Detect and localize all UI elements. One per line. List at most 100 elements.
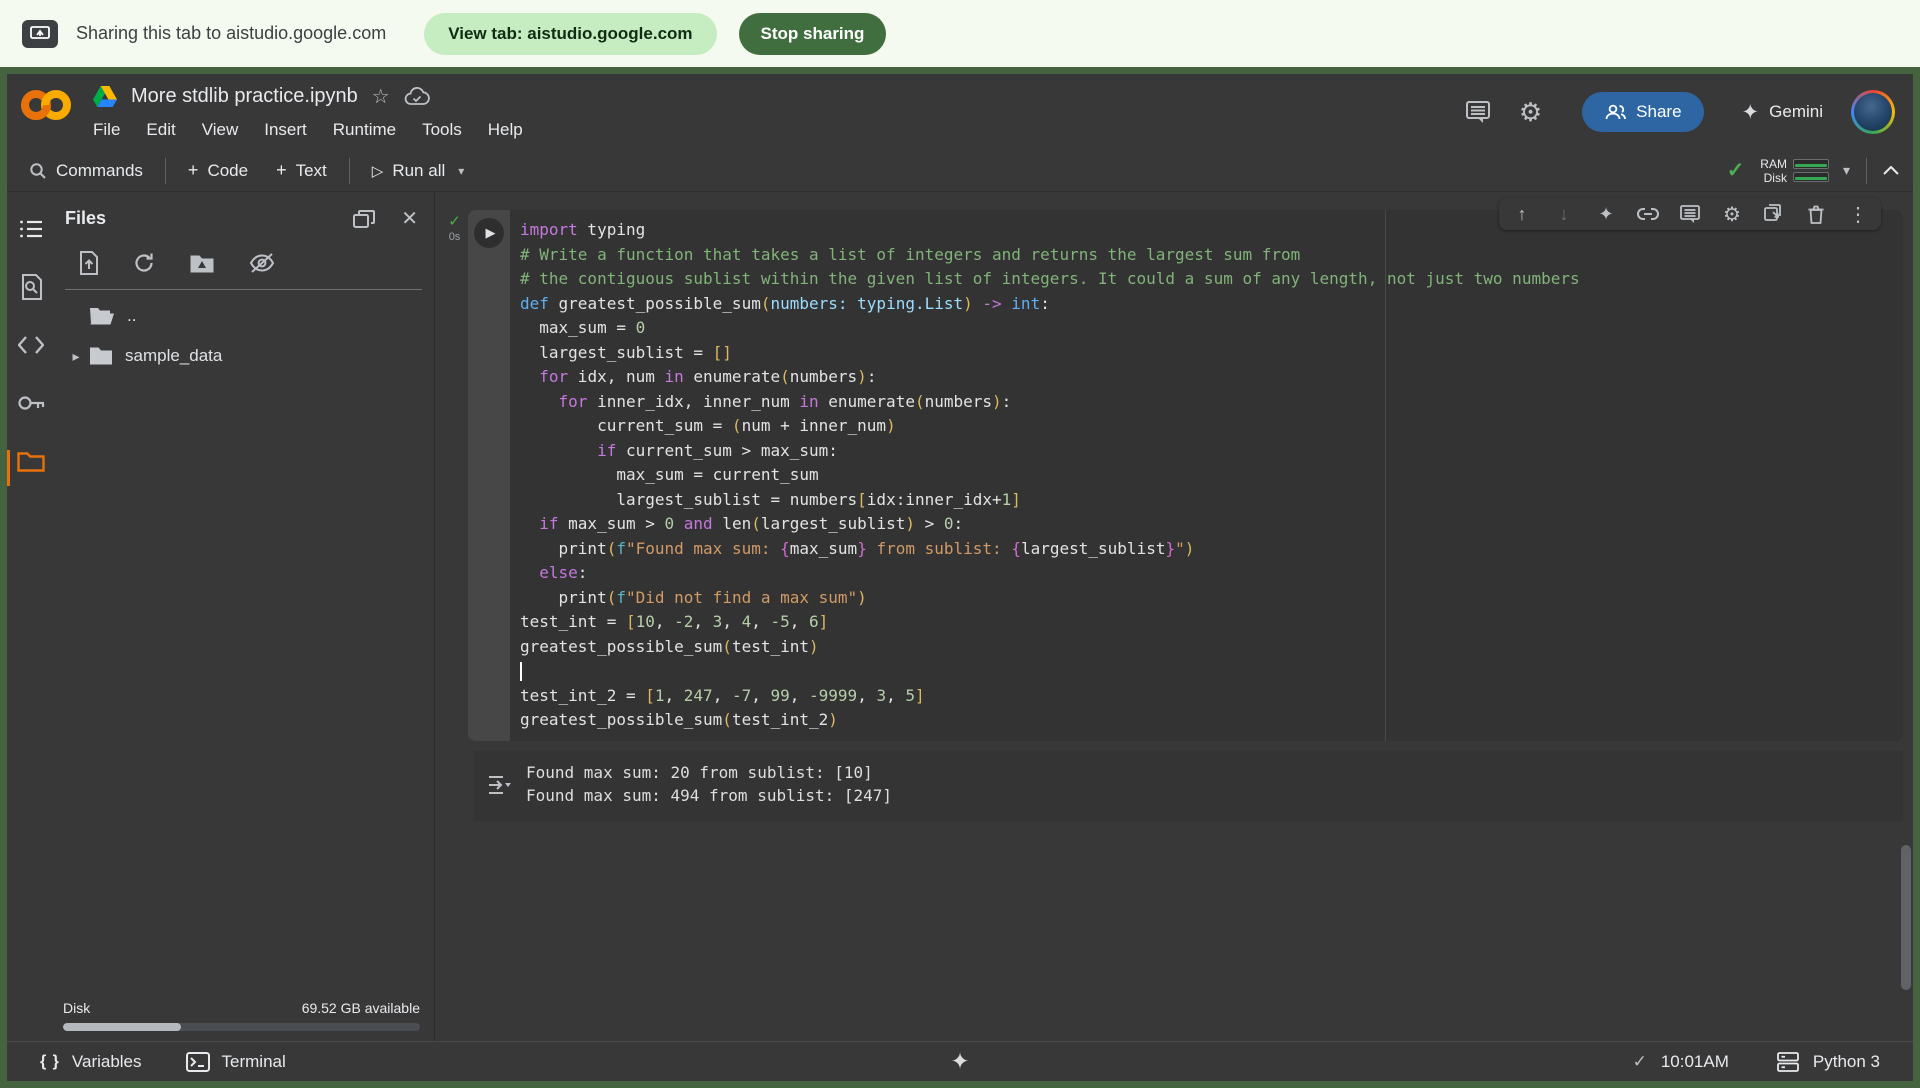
cloud-saved-icon[interactable] — [404, 87, 430, 107]
copy-link-to-cell-button[interactable] — [1637, 203, 1659, 225]
variables-label: Variables — [72, 1052, 142, 1072]
file-tree: .. ▸ sample_data — [55, 296, 434, 1000]
chevron-up-icon — [1883, 166, 1899, 175]
open-in-new-window-icon[interactable] — [353, 206, 375, 231]
view-tab-button[interactable]: View tab: aistudio.google.com — [424, 13, 716, 55]
code-line: if max_sum > 0 and len(largest_sublist) … — [520, 512, 1903, 537]
variables-button[interactable]: { } Variables — [40, 1052, 142, 1072]
run-all-play-icon: ▷ — [372, 162, 384, 180]
files-panel: Files ✕ — [55, 192, 435, 1041]
code-line: if current_sum > max_sum: — [520, 439, 1903, 464]
run-all-caret-icon: ▾ — [458, 164, 464, 178]
colab-header: More stdlib practice.ipynb ☆ File Edit Vie… — [7, 74, 1913, 150]
cell-settings-gear-icon[interactable]: ⚙ — [1721, 203, 1743, 225]
run-all-button[interactable]: ▷ Run all ▾ — [358, 150, 479, 191]
resource-usage-bars[interactable] — [1793, 159, 1829, 182]
stop-sharing-button[interactable]: Stop sharing — [739, 13, 887, 55]
file-tree-item-sample-data[interactable]: ▸ sample_data — [55, 336, 434, 376]
more-cell-actions-icon[interactable]: ⋮ — [1847, 203, 1869, 225]
menu-tools[interactable]: Tools — [422, 116, 475, 144]
runtime-type-label[interactable]: Python 3 — [1813, 1052, 1880, 1072]
disk-usage-bar — [63, 1023, 420, 1031]
code-line: current_sum = (num + inner_num) — [520, 414, 1903, 439]
folder-icon — [89, 346, 113, 366]
status-spark-icon[interactable]: ✦ — [950, 1048, 969, 1075]
resources-caret-icon[interactable]: ▾ — [1843, 162, 1850, 179]
shared-window-frame: More stdlib practice.ipynb ☆ File Edit Vie… — [0, 67, 1920, 1088]
files-folder-icon[interactable] — [14, 444, 48, 478]
menu-insert[interactable]: Insert — [264, 116, 320, 144]
add-comment-button[interactable] — [1679, 203, 1701, 225]
people-icon — [1604, 103, 1626, 121]
last-saved-time: 10:01AM — [1661, 1052, 1729, 1072]
mount-drive-icon[interactable] — [189, 251, 215, 275]
code-cell: ✓ 0s ▶ import typing# Write a function t… — [441, 210, 1903, 741]
refresh-files-icon[interactable] — [133, 251, 155, 275]
colab-logo[interactable] — [19, 85, 73, 125]
star-icon[interactable]: ☆ — [372, 84, 390, 109]
run-cell-button[interactable]: ▶ — [474, 218, 504, 248]
notebook-scrollbar[interactable] — [1901, 845, 1911, 990]
terminal-button[interactable]: Terminal — [186, 1052, 286, 1072]
collapse-toolbar-button[interactable] — [1883, 166, 1899, 175]
find-replace-icon[interactable] — [14, 270, 48, 304]
toolbar-divider — [165, 158, 166, 184]
search-icon — [29, 162, 47, 180]
active-rail-indicator — [7, 450, 10, 486]
code-line: greatest_possible_sum(test_int) — [520, 635, 1903, 660]
toolbar-divider — [1866, 158, 1867, 184]
code-line — [520, 659, 1903, 684]
add-code-cell-button[interactable]: + Code — [174, 150, 262, 191]
delete-cell-button[interactable] — [1805, 203, 1827, 225]
close-panel-icon[interactable]: ✕ — [401, 206, 418, 231]
menu-bar: File Edit View Insert Runtime Tools Help — [93, 116, 549, 144]
secrets-key-icon[interactable] — [14, 386, 48, 420]
run-all-label: Run all — [392, 161, 445, 181]
menu-help[interactable]: Help — [488, 116, 536, 144]
menu-file[interactable]: File — [93, 116, 133, 144]
code-line: test_int = [10, -2, 3, 4, -5, 6] — [520, 610, 1903, 635]
panel-divider — [65, 289, 422, 290]
output-options-icon[interactable] — [488, 763, 512, 807]
move-cell-down-button[interactable]: ↓ — [1553, 203, 1575, 225]
commands-button[interactable]: Commands — [15, 150, 157, 191]
code-line: # Write a function that takes a list of … — [520, 243, 1903, 268]
expand-folder-icon[interactable]: ▸ — [63, 348, 89, 365]
code-editor[interactable]: import typing# Write a function that tak… — [510, 210, 1903, 741]
code-line: max_sum = current_sum — [520, 463, 1903, 488]
disk-label: Disk — [1764, 172, 1787, 184]
screen-share-icon — [22, 20, 58, 48]
notebook-title[interactable]: More stdlib practice.ipynb — [131, 85, 358, 108]
code-line: print(f"Did not find a max sum") — [520, 586, 1903, 611]
add-text-cell-button[interactable]: + Text — [262, 150, 341, 191]
files-panel-title: Files — [65, 208, 106, 229]
gemini-cell-spark-icon[interactable]: ✦ — [1595, 203, 1617, 225]
file-tree-item-parent[interactable]: .. — [55, 296, 434, 336]
mirror-cell-in-tab-button[interactable] — [1763, 203, 1785, 225]
share-button[interactable]: Share — [1582, 92, 1703, 132]
ram-label: RAM — [1760, 158, 1787, 170]
tab-sharing-banner: Sharing this tab to aistudio.google.com … — [0, 0, 1920, 67]
toggle-hidden-files-icon[interactable] — [249, 251, 275, 275]
move-cell-up-button[interactable]: ↑ — [1511, 203, 1533, 225]
table-of-contents-icon[interactable] — [14, 212, 48, 246]
code-line: else: — [520, 561, 1903, 586]
notebook-area: ↑ ↓ ✦ ⚙ — [435, 192, 1913, 1041]
notebook-toolbar: Commands + Code + Text ▷ Run all ▾ ✓ RAM… — [7, 150, 1913, 192]
plus-icon: + — [276, 160, 287, 181]
code-line: greatest_possible_sum(test_int_2) — [520, 708, 1903, 733]
upload-file-icon[interactable] — [79, 251, 99, 275]
menu-edit[interactable]: Edit — [146, 116, 188, 144]
user-avatar[interactable] — [1851, 90, 1895, 134]
gemini-button[interactable]: ✦ Gemini — [1742, 100, 1823, 125]
comments-button[interactable] — [1465, 100, 1491, 124]
code-line: # the contiguous sublist within the give… — [520, 267, 1903, 292]
cell-output: Found max sum: 20 from sublist: [10]Foun… — [474, 751, 1903, 821]
file-tree-item-label: .. — [127, 306, 136, 326]
settings-gear-icon[interactable]: ⚙ — [1519, 97, 1542, 128]
code-snippets-icon[interactable] — [14, 328, 48, 362]
disk-available-text: 69.52 GB available — [302, 1000, 420, 1016]
menu-view[interactable]: View — [202, 116, 252, 144]
menu-runtime[interactable]: Runtime — [333, 116, 409, 144]
plus-icon: + — [188, 160, 199, 181]
